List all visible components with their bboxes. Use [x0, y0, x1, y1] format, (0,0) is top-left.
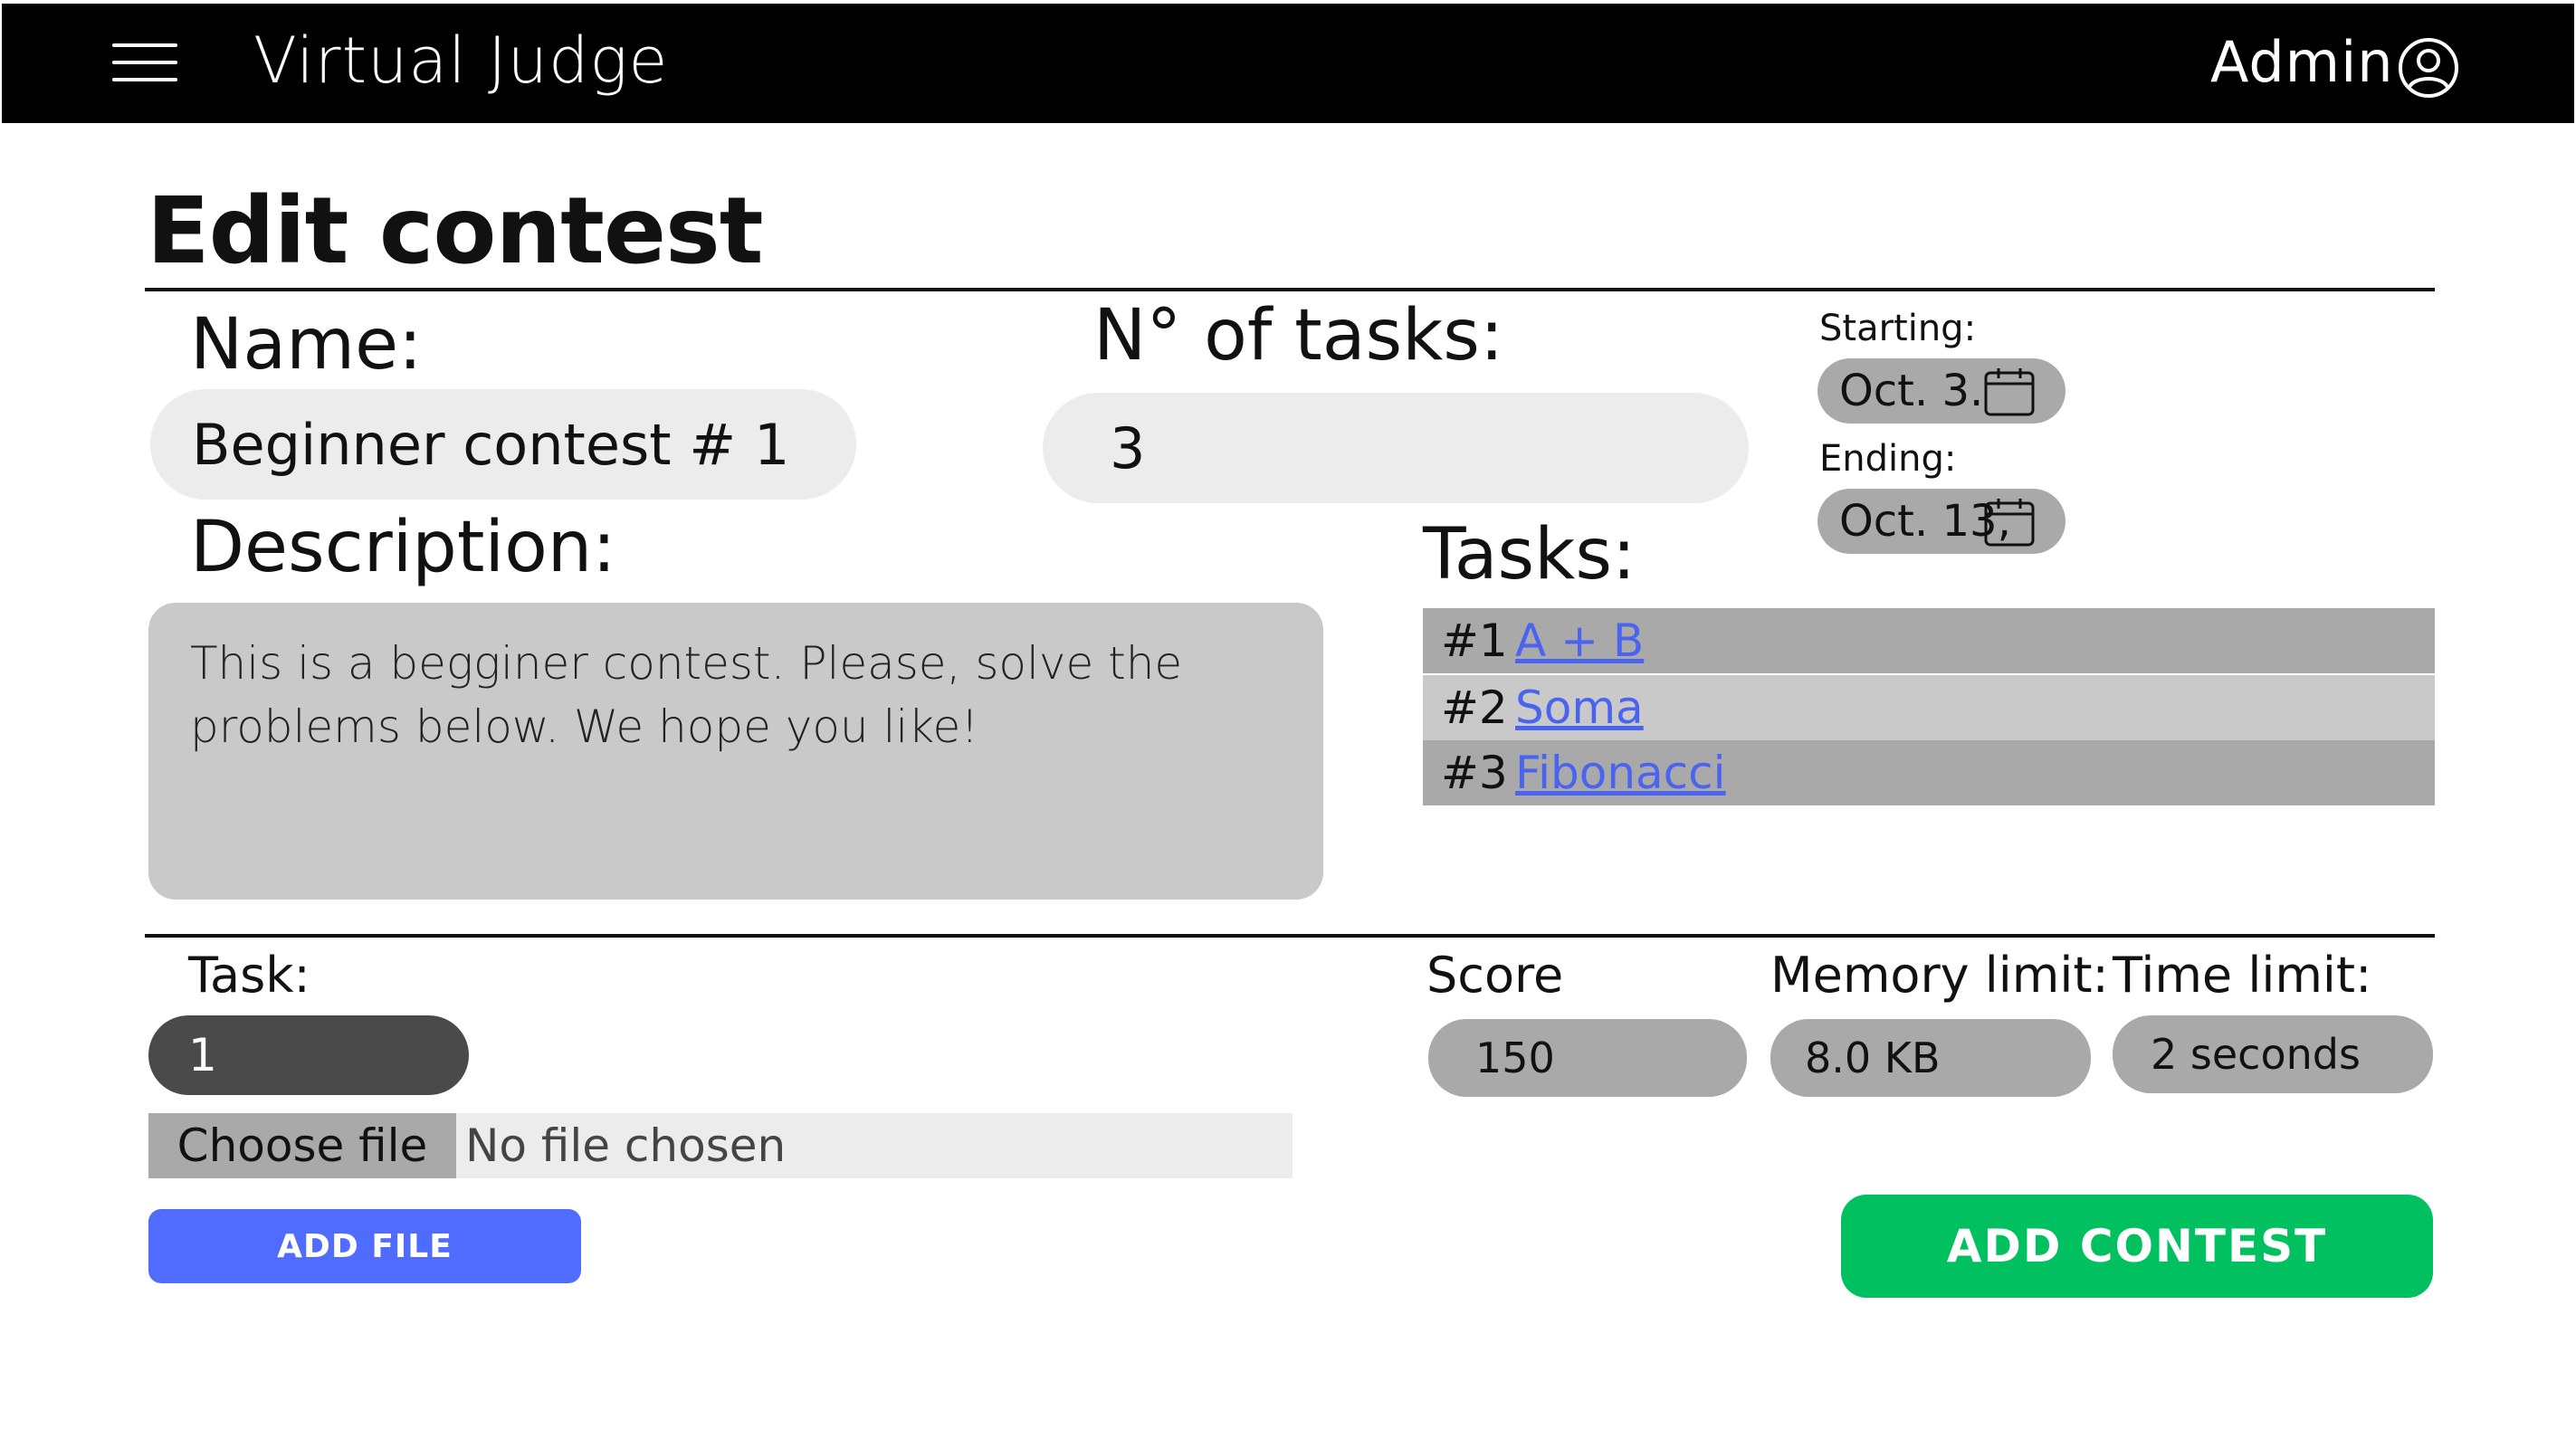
- task-link-soma[interactable]: Soma: [1515, 681, 1644, 734]
- num-tasks-label: N° of tasks:: [1093, 295, 1504, 376]
- task-list-item: #3 Fibonacci: [1423, 740, 2435, 805]
- num-tasks-value: 3: [1110, 414, 1146, 481]
- task-select[interactable]: 1: [148, 1015, 469, 1095]
- section-divider: [145, 934, 2435, 938]
- num-tasks-input[interactable]: 3: [1043, 393, 1749, 503]
- starting-date-picker[interactable]: Oct. 3.: [1818, 358, 2066, 424]
- description-textarea[interactable]: This is a begginer contest. Please, solv…: [148, 603, 1323, 900]
- description-value: This is a begginer contest. Please, solv…: [190, 637, 1183, 753]
- name-label: Name:: [190, 304, 423, 386]
- task-number: #2: [1441, 681, 1508, 734]
- task-link-fibonacci[interactable]: Fibonacci: [1515, 747, 1726, 799]
- starting-label: Starting:: [1819, 308, 1977, 349]
- score-value: 150: [1475, 1034, 1555, 1082]
- contest-name-value: Beginner contest # 1: [192, 411, 790, 478]
- score-input[interactable]: 150: [1428, 1019, 1747, 1097]
- user-circle-icon[interactable]: [2397, 36, 2460, 100]
- add-file-button[interactable]: ADD FILE: [148, 1209, 581, 1283]
- task-label: Task:: [188, 947, 310, 1004]
- task-list-item: #2 Soma: [1423, 675, 2435, 740]
- ending-label: Ending:: [1819, 438, 1957, 480]
- app-title[interactable]: Virtual Judge: [253, 24, 669, 98]
- description-label: Description:: [190, 507, 616, 588]
- time-limit-value: 2 seconds: [2151, 1030, 2361, 1079]
- memory-limit-label: Memory limit:: [1770, 947, 2109, 1004]
- hamburger-menu-icon[interactable]: [112, 43, 177, 83]
- title-divider: [145, 288, 2435, 291]
- file-status: No file chosen: [465, 1119, 787, 1172]
- calendar-icon[interactable]: [1984, 367, 2035, 416]
- time-limit-label: Time limit:: [2113, 947, 2372, 1004]
- contest-name-input[interactable]: Beginner contest # 1: [150, 389, 856, 500]
- task-number: #1: [1441, 614, 1508, 667]
- user-name[interactable]: Admin: [2210, 29, 2394, 95]
- tasks-label: Tasks:: [1423, 514, 1636, 595]
- starting-date-value: Oct. 3.: [1839, 366, 1984, 416]
- time-limit-input[interactable]: 2 seconds: [2113, 1015, 2433, 1093]
- task-number: #3: [1441, 747, 1508, 799]
- task-list-item: #1 A + B: [1423, 608, 2435, 673]
- score-label: Score: [1426, 947, 1564, 1004]
- memory-limit-input[interactable]: 8.0 KB: [1770, 1019, 2091, 1097]
- task-link-a-plus-b[interactable]: A + B: [1515, 614, 1644, 667]
- choose-file-button[interactable]: Choose file: [148, 1113, 456, 1178]
- page-title: Edit contest: [147, 177, 763, 285]
- top-navbar: Virtual Judge Admin: [2, 4, 2574, 123]
- task-select-value: 1: [188, 1029, 217, 1081]
- ending-date-picker[interactable]: Oct. 13,: [1818, 489, 2066, 554]
- calendar-icon[interactable]: [1984, 498, 2035, 547]
- file-input[interactable]: Choose file No file chosen: [148, 1113, 1293, 1178]
- add-contest-button[interactable]: ADD CONTEST: [1841, 1195, 2433, 1298]
- memory-limit-value: 8.0 KB: [1805, 1034, 1941, 1082]
